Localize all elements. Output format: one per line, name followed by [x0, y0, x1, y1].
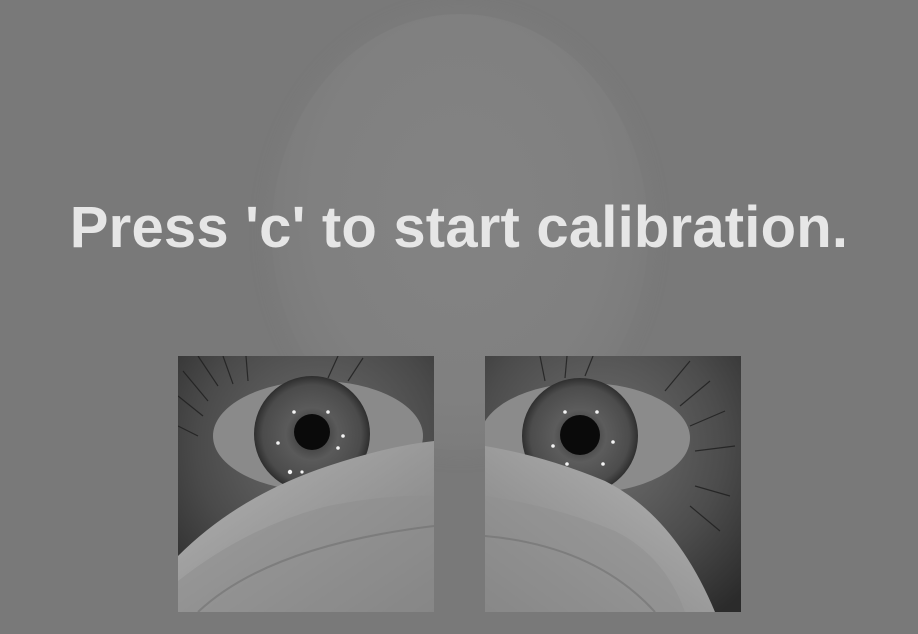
eye-camera-image	[178, 356, 434, 612]
calibration-screen: Press 'c' to start calibration.	[0, 0, 918, 634]
right-eye-camera-view	[485, 356, 741, 612]
left-eye-camera-view	[178, 356, 434, 612]
eye-camera-image	[485, 356, 741, 612]
calibration-instruction-text: Press 'c' to start calibration.	[69, 195, 849, 260]
